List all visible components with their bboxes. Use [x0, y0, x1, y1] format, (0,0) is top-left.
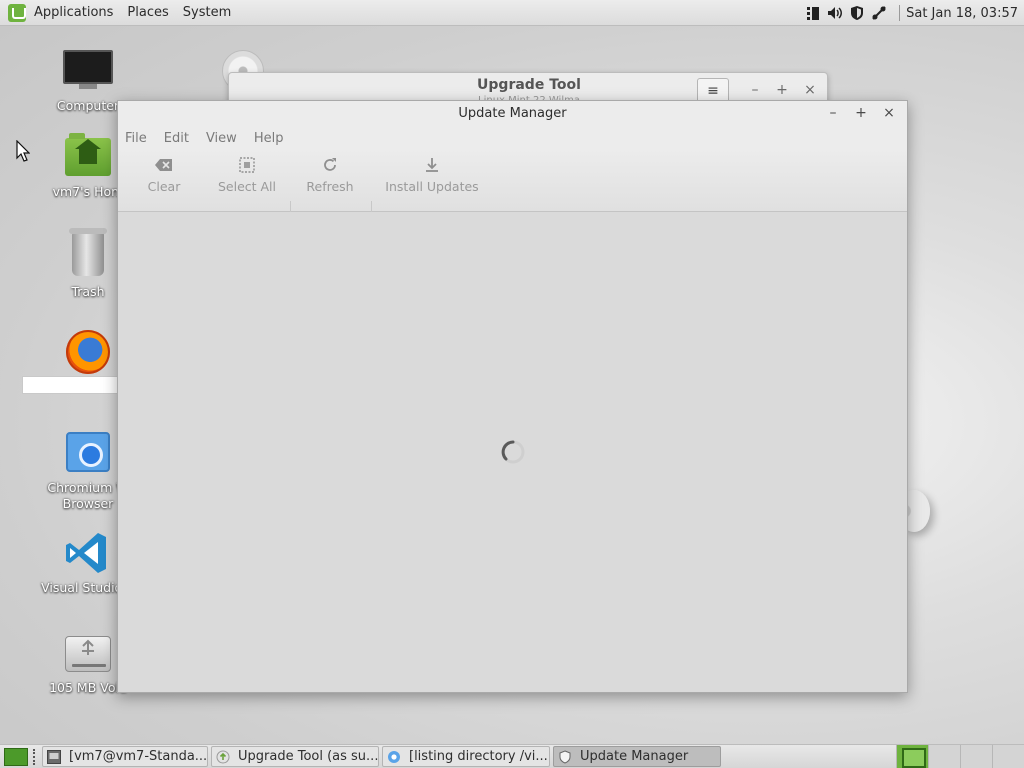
menu-applications[interactable]: Applications [34, 5, 113, 20]
panel-handle[interactable] [33, 748, 37, 765]
menu-view[interactable]: View [206, 131, 237, 146]
maximize-button[interactable]: + [774, 82, 790, 98]
taskbar-item[interactable]: Upgrade Tool (as su... [211, 746, 379, 767]
upgrade-icon [216, 750, 230, 764]
firefox-icon [66, 330, 110, 374]
shield-icon[interactable] [849, 5, 865, 21]
trash-icon [69, 228, 107, 276]
chromium-icon [387, 750, 401, 764]
select-all-button[interactable]: Select All [212, 155, 282, 205]
network-icon[interactable] [805, 5, 821, 21]
menu-help[interactable]: Help [254, 131, 284, 146]
close-button[interactable]: × [802, 82, 818, 98]
toolbar: Clear Select All Refresh Install Updates [118, 149, 907, 257]
refresh-icon [298, 155, 362, 175]
computer-icon [63, 50, 113, 90]
install-updates-button[interactable]: Install Updates [382, 155, 482, 205]
home-folder-icon [65, 133, 111, 176]
minimize-button[interactable]: – [747, 82, 763, 98]
mint-menu-icon[interactable] [8, 3, 26, 22]
vscode-icon [65, 530, 111, 576]
taskbar-item[interactable]: [listing directory /vi... [382, 746, 550, 767]
window-title: Upgrade Tool [477, 77, 581, 93]
close-button[interactable]: × [880, 105, 898, 121]
taskbar-item-active[interactable]: Update Manager [553, 746, 721, 767]
mouse-cursor-icon [16, 140, 30, 162]
minimize-button[interactable]: – [824, 105, 842, 121]
workspace-2[interactable] [928, 745, 960, 768]
workspace-3[interactable] [960, 745, 992, 768]
menu-edit[interactable]: Edit [164, 131, 189, 146]
refresh-button[interactable]: Refresh [298, 155, 362, 205]
clear-icon [134, 155, 194, 175]
clear-button[interactable]: Clear [134, 155, 194, 205]
system-tray: Sat Jan 18, 03:57 [805, 0, 1024, 26]
update-manager-window: Update Manager – + × File Edit View Help… [117, 100, 908, 693]
workspace-1[interactable] [896, 745, 928, 768]
clock[interactable]: Sat Jan 18, 03:57 [906, 6, 1018, 21]
updates-list-area[interactable] [118, 212, 907, 692]
workspace-switcher [896, 745, 1024, 768]
show-desktop-button[interactable] [4, 747, 28, 766]
download-icon [382, 155, 482, 175]
select-all-icon [212, 155, 282, 175]
top-panel: Applications Places System Sat Jan 18, 0… [0, 0, 1024, 26]
rename-field[interactable] [22, 376, 118, 394]
menu-places[interactable]: Places [127, 5, 168, 20]
bottom-panel: [vm7@vm7-Standa... Upgrade Tool (as su..… [0, 744, 1024, 768]
tray-separator [899, 5, 901, 21]
maximize-button[interactable]: + [852, 105, 870, 121]
window-title: Update Manager [458, 106, 567, 121]
loading-spinner-icon [501, 440, 525, 464]
volume-icon[interactable] [827, 5, 843, 21]
shield-icon [558, 749, 572, 764]
menu-file[interactable]: File [125, 131, 147, 146]
menubar: File Edit View Help [118, 127, 907, 149]
drive-icon [65, 636, 111, 672]
menu-system[interactable]: System [183, 5, 231, 20]
chromium-icon [66, 432, 110, 472]
taskbar-item[interactable]: [vm7@vm7-Standa... [42, 746, 208, 767]
workspace-4[interactable] [992, 745, 1024, 768]
network-manager-icon[interactable] [871, 5, 887, 21]
titlebar[interactable]: Update Manager – + × [118, 101, 907, 127]
terminal-icon [47, 749, 61, 764]
